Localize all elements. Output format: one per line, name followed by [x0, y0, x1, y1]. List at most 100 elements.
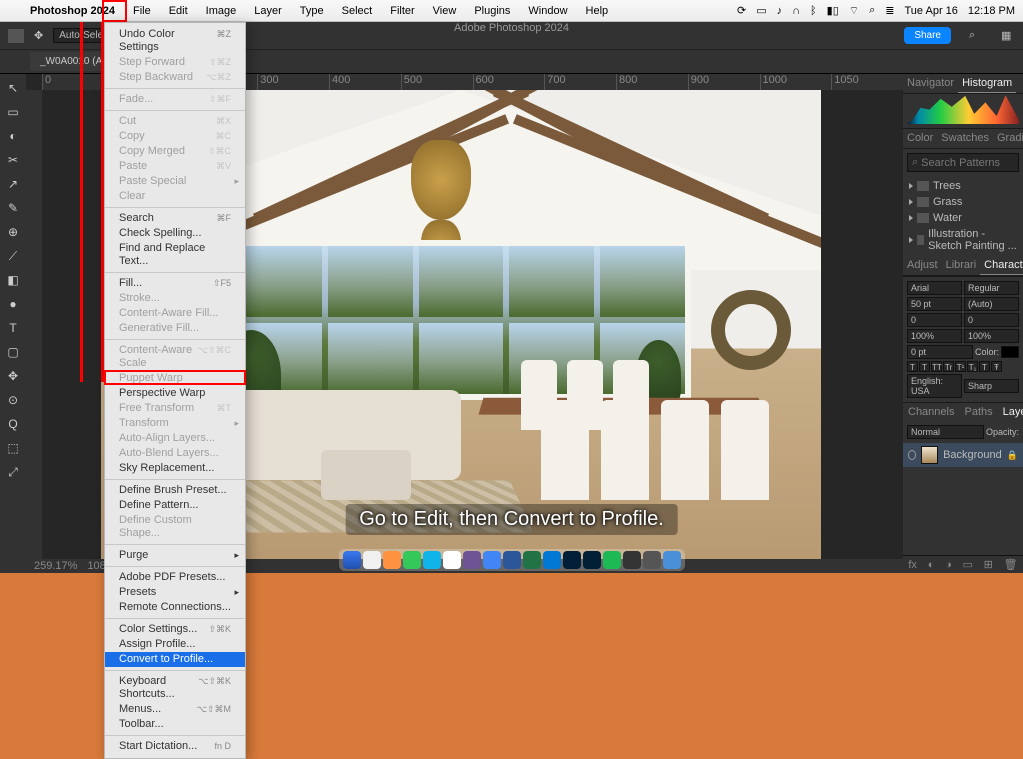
dock-excel[interactable]	[523, 551, 541, 569]
menu-item[interactable]: Menus...⌥⇧⌘M	[105, 702, 245, 717]
tool-6[interactable]: ⊕	[3, 222, 23, 242]
home-icon[interactable]	[8, 29, 24, 43]
apple-icon[interactable]	[8, 9, 16, 13]
tool-1[interactable]: ▭	[3, 102, 23, 122]
menu-item[interactable]: Adobe PDF Presets...	[105, 570, 245, 585]
dock-app[interactable]	[543, 551, 561, 569]
font-style[interactable]: Regular	[964, 281, 1019, 295]
menu-window[interactable]: Window	[524, 3, 571, 19]
tool-2[interactable]: ◐	[3, 126, 23, 146]
menu-item[interactable]: Remote Connections...	[105, 600, 245, 615]
date[interactable]: Tue Apr 16	[905, 5, 958, 17]
tool-4[interactable]: ↗	[3, 174, 23, 194]
layer-thumb[interactable]	[921, 446, 938, 464]
font-size[interactable]: 50 pt	[907, 297, 962, 311]
tab-histogram[interactable]: Histogram	[958, 74, 1016, 93]
menu-item[interactable]: Perspective Warp	[105, 386, 245, 401]
search-icon[interactable]: ⌕	[969, 29, 983, 43]
menu-item[interactable]: Purge	[105, 548, 245, 563]
tool-5[interactable]: ✎	[3, 198, 23, 218]
menu-item[interactable]: Toolbar...	[105, 717, 245, 732]
dock-finder[interactable]	[343, 551, 361, 569]
dock-app[interactable]	[623, 551, 641, 569]
tool-0[interactable]: ↖	[3, 78, 23, 98]
bluetooth-icon[interactable]: ᛒ	[810, 5, 817, 17]
menu-help[interactable]: Help	[582, 3, 613, 19]
pattern-folder[interactable]: Trees	[903, 178, 1023, 194]
menu-view[interactable]: View	[429, 3, 461, 19]
dock-lightroom[interactable]	[583, 551, 601, 569]
vscale[interactable]: 100%	[907, 329, 962, 343]
layer-name[interactable]: Background	[943, 449, 1002, 461]
tool-14[interactable]: Q	[3, 414, 23, 434]
menu-item[interactable]: Sky Replacement...	[105, 461, 245, 476]
leading[interactable]: (Auto)	[964, 297, 1019, 311]
menu-file[interactable]: File	[129, 3, 155, 19]
tracking[interactable]: 0	[964, 313, 1019, 327]
menu-select[interactable]: Select	[338, 3, 377, 19]
text-color[interactable]	[1001, 346, 1019, 358]
dock-app[interactable]	[363, 551, 381, 569]
zoom-level[interactable]: 259.17%	[34, 560, 77, 572]
tool-15[interactable]: ⬚	[3, 438, 23, 458]
va[interactable]: 0	[907, 313, 962, 327]
menu-item[interactable]: Convert to Profile...	[105, 652, 245, 667]
dock-photoshop[interactable]	[563, 551, 581, 569]
pattern-folder[interactable]: Water	[903, 210, 1023, 226]
dock-app[interactable]	[663, 551, 681, 569]
menu-item[interactable]: Find and Replace Text...	[105, 241, 245, 269]
menu-item[interactable]: Presets	[105, 585, 245, 600]
lang[interactable]: English: USA	[907, 374, 962, 398]
tab-character[interactable]: Character	[980, 256, 1023, 275]
tool-8[interactable]: ◧	[3, 270, 23, 290]
tool-9[interactable]: ●	[3, 294, 23, 314]
tool-10[interactable]: T	[3, 318, 23, 338]
menu-item[interactable]: Color Settings...⇧⌘K	[105, 622, 245, 637]
lock-icon[interactable]: 🔒	[1007, 450, 1018, 461]
font-family[interactable]: Arial	[907, 281, 962, 295]
tab-paths[interactable]: Paths	[959, 403, 997, 421]
menu-type[interactable]: Type	[296, 3, 328, 19]
menu-filter[interactable]: Filter	[386, 3, 418, 19]
dock-chrome[interactable]	[483, 551, 501, 569]
dock-app[interactable]	[463, 551, 481, 569]
aa[interactable]: Sharp	[964, 379, 1019, 393]
dock-settings[interactable]	[643, 551, 661, 569]
menu-item[interactable]: Assign Profile...	[105, 637, 245, 652]
visibility-icon[interactable]	[908, 450, 916, 460]
workspace-icon[interactable]: ▦	[1001, 29, 1015, 43]
display-icon[interactable]: ▭	[756, 4, 766, 17]
menu-item[interactable]: Fill...⇧F5	[105, 276, 245, 291]
tool-7[interactable]: ⟋	[3, 246, 23, 266]
dock-calendar[interactable]	[443, 551, 461, 569]
pattern-folder[interactable]: Grass	[903, 194, 1023, 210]
tab-libraries[interactable]: Librari	[942, 256, 981, 275]
battery-icon[interactable]: ▮▯	[827, 4, 839, 17]
spotlight-icon[interactable]: ⌕	[869, 4, 875, 17]
tab-navigator[interactable]: Navigator	[903, 74, 958, 93]
wifi-icon[interactable]: ⌔	[849, 4, 859, 18]
tool-12[interactable]: ✥	[3, 366, 23, 386]
search-patterns[interactable]: ⌕Search Patterns	[907, 153, 1019, 172]
blend-mode[interactable]: Normal	[907, 425, 984, 439]
new-icon[interactable]: ⊞	[984, 558, 993, 571]
status-icon[interactable]: ⟳	[737, 4, 746, 17]
menu-image[interactable]: Image	[202, 3, 241, 19]
dock-spotify[interactable]	[603, 551, 621, 569]
tab-channels[interactable]: Channels	[903, 403, 959, 421]
adj-icon[interactable]: ◑	[945, 559, 952, 571]
folder-icon[interactable]: ▭	[963, 558, 973, 571]
tab-gradients[interactable]: Gradients	[993, 129, 1023, 148]
audio-icon[interactable]: ♪	[777, 5, 783, 17]
ruler-vertical[interactable]	[26, 90, 42, 559]
time[interactable]: 12:18 PM	[968, 5, 1015, 17]
share-button[interactable]: Share	[904, 27, 951, 44]
tool-11[interactable]: ▢	[3, 342, 23, 362]
layer-background[interactable]: Background 🔒	[903, 443, 1023, 467]
tool-3[interactable]: ✂	[3, 150, 23, 170]
menu-item[interactable]: Start Dictation...fn D	[105, 739, 245, 754]
menu-edit[interactable]: Edit	[165, 3, 192, 19]
menu-item[interactable]: Define Pattern...	[105, 498, 245, 513]
tab-color[interactable]: Color	[903, 129, 937, 148]
baseline[interactable]: 0 pt	[907, 345, 973, 359]
